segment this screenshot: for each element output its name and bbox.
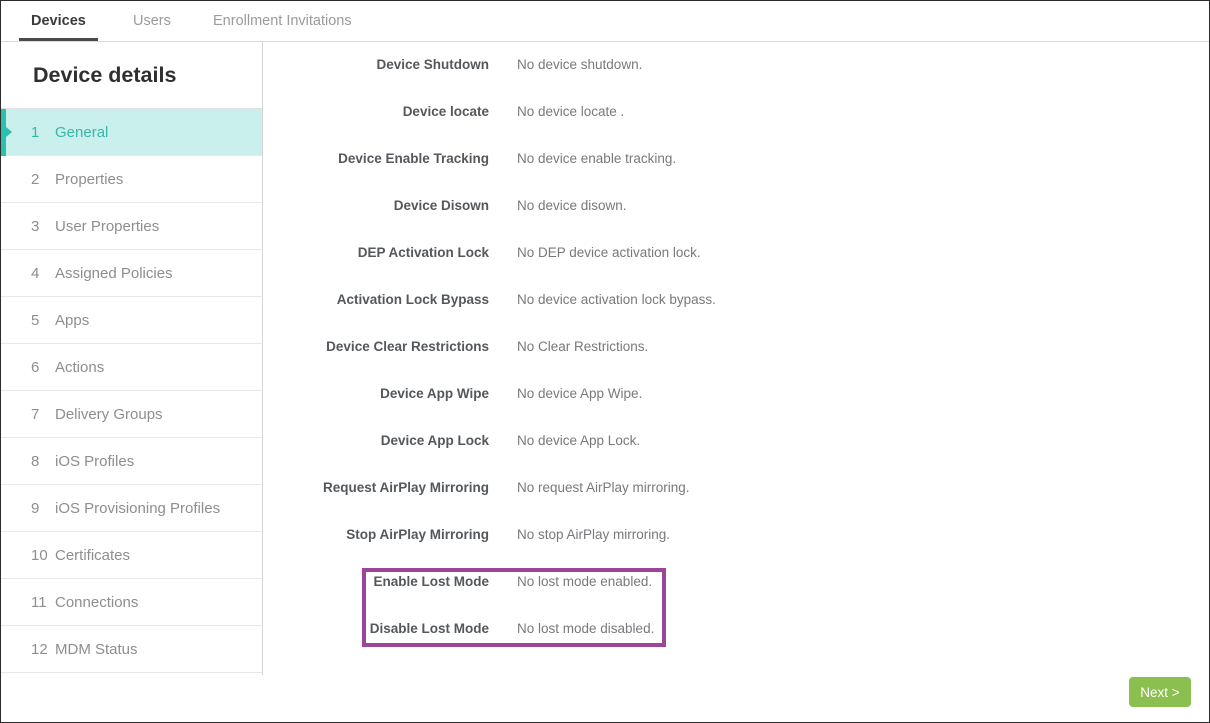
sidebar-item-properties[interactable]: 2Properties [1,156,262,203]
sidebar-item-ios-provisioning-profiles[interactable]: 9iOS Provisioning Profiles [1,485,262,532]
sidebar-item-apps[interactable]: 5Apps [1,297,262,344]
sidebar-item-assigned-policies[interactable]: 4Assigned Policies [1,250,262,297]
sidebar-nav-list: 1General2Properties3User Properties4Assi… [1,109,262,673]
detail-row-label: Device Clear Restrictions [264,335,489,359]
tab-users[interactable]: Users [121,1,183,41]
tab-users-label: Users [133,13,171,29]
detail-row-value: No lost mode enabled. [517,570,652,594]
sidebar-item-number: 6 [31,344,55,391]
sidebar-item-label: iOS Profiles [55,438,134,485]
sidebar-item-label: Assigned Policies [55,250,173,297]
sidebar-item-label: User Properties [55,203,159,250]
sidebar-item-actions[interactable]: 6Actions [1,344,262,391]
device-details-page: Devices Users Enrollment Invitations Dev… [0,0,1210,723]
main-content: Device ShutdownNo device shutdown.Device… [264,42,1209,722]
sidebar-item-label: General [55,109,108,156]
sidebar-item-label: Connections [55,579,138,626]
page-title: Device details [1,42,262,109]
sidebar-item-number: 10 [31,532,55,579]
sidebar-item-number: 2 [31,156,55,203]
sidebar-item-number: 1 [31,109,55,156]
detail-row-value: No device disown. [517,194,627,218]
sidebar-item-number: 9 [31,485,55,532]
detail-row-value: No Clear Restrictions. [517,335,648,359]
sidebar-item-certificates[interactable]: 10Certificates [1,532,262,579]
sidebar-item-mdm-status[interactable]: 12MDM Status [1,626,262,673]
detail-row-value: No stop AirPlay mirroring. [517,523,670,547]
detail-row-value: No lost mode disabled. [517,617,654,641]
sidebar-item-label: Apps [55,297,89,344]
detail-row-value: No device shutdown. [517,53,642,77]
detail-row-label: Device Enable Tracking [264,147,489,171]
detail-row: Activation Lock Bypass No device activati… [264,288,1209,312]
sidebar-item-label: Properties [55,156,123,203]
detail-row-label: Enable Lost Mode [264,570,489,594]
detail-row-value: No device App Wipe. [517,382,642,406]
sidebar-item-number: 11 [31,579,55,626]
detail-row-value: No request AirPlay mirroring. [517,476,690,500]
sidebar-item-ios-profiles[interactable]: 8iOS Profiles [1,438,262,485]
detail-row: Device App Lock No device App Lock. [264,429,1209,453]
sidebar-item-user-properties[interactable]: 3User Properties [1,203,262,250]
sidebar-item-label: Delivery Groups [55,391,163,438]
detail-row: Device Shutdown No device shutdown. [264,53,1209,77]
sidebar-item-number: 3 [31,203,55,250]
sidebar-item-number: 4 [31,250,55,297]
detail-row: DEP Activation Lock No DEP device activat… [264,241,1209,265]
detail-row: Enable Lost Mode No lost mode enabled. [264,570,1209,594]
next-button[interactable]: Next > [1129,677,1191,707]
detail-row-label: DEP Activation Lock [264,241,489,265]
detail-row-value: No device enable tracking. [517,147,676,171]
sidebar-item-label: Actions [55,344,104,391]
sidebar-item-label: MDM Status [55,626,138,673]
detail-row-label: Stop AirPlay Mirroring [264,523,489,547]
detail-row: Request AirPlay Mirroring No request AirP… [264,476,1209,500]
sidebar-item-general[interactable]: 1General [1,109,262,156]
sidebar-item-delivery-groups[interactable]: 7Delivery Groups [1,391,262,438]
sidebar-item-label: iOS Provisioning Profiles [55,485,220,532]
detail-row-label: Disable Lost Mode [264,617,489,641]
detail-row-label: Device Disown [264,194,489,218]
detail-row-label: Device App Wipe [264,382,489,406]
tab-devices[interactable]: Devices [19,1,98,41]
sidebar-item-number: 12 [31,626,55,673]
detail-row: Device Disown No device disown. [264,194,1209,218]
detail-row-label: Device Shutdown [264,53,489,77]
sidebar-item-connections[interactable]: 11Connections [1,579,262,626]
detail-row: Disable Lost Mode No lost mode disabled. [264,617,1209,641]
sidebar: Device details 1General2Properties3User … [1,42,263,675]
sidebar-item-number: 5 [31,297,55,344]
tab-enrollment-invitations-label: Enrollment Invitations [213,13,352,29]
detail-row: Device App Wipe No device App Wipe. [264,382,1209,406]
top-tab-bar: Devices Users Enrollment Invitations [1,1,1209,42]
tab-devices-label: Devices [31,13,86,29]
detail-row-label: Device App Lock [264,429,489,453]
sidebar-item-number: 8 [31,438,55,485]
footer-bar: Next > [264,675,1209,722]
detail-row: Device Enable Tracking No device enable t… [264,147,1209,171]
detail-row: Device locate No device locate . [264,100,1209,124]
detail-row-value: No device activation lock bypass. [517,288,716,312]
sidebar-item-number: 7 [31,391,55,438]
detail-row-label: Request AirPlay Mirroring [264,476,489,500]
detail-row-label: Activation Lock Bypass [264,288,489,312]
detail-row-value: No device locate . [517,100,624,124]
detail-row-label: Device locate [264,100,489,124]
detail-row: Stop AirPlay Mirroring No stop AirPlay mi… [264,523,1209,547]
tab-enrollment-invitations[interactable]: Enrollment Invitations [201,1,364,41]
detail-row-value: No DEP device activation lock. [517,241,701,265]
sidebar-item-label: Certificates [55,532,130,579]
detail-row: Device Clear Restrictions No Clear Restri… [264,335,1209,359]
detail-row-value: No device App Lock. [517,429,640,453]
